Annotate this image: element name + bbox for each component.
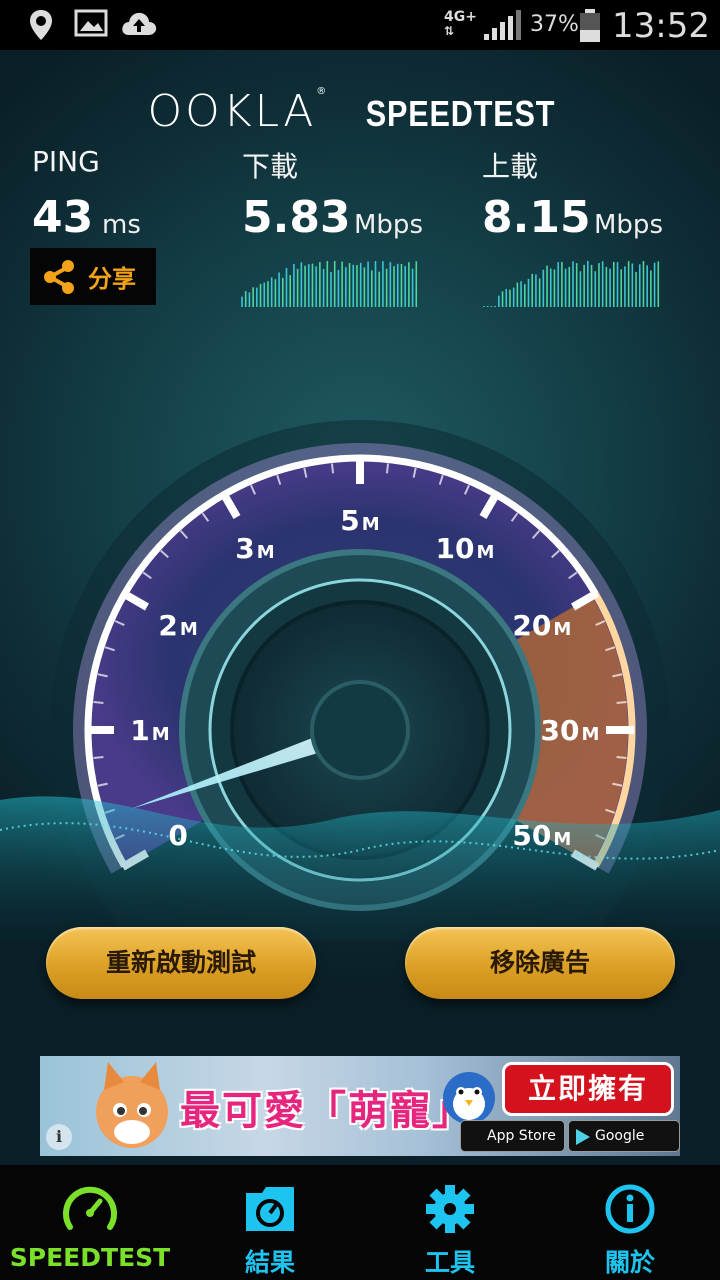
location-pin-icon [30,10,52,40]
tick-number: 0 [168,819,187,852]
cloud-upload-icon [122,12,157,36]
app-store-label: App Store [487,1128,556,1144]
minor-tick [330,463,335,474]
ad-title: 最可愛「萌寵」 [180,1088,474,1134]
upload-unit: Mbps [594,210,663,240]
tick-label: 0 [168,819,187,852]
tick-unit: M [180,619,198,640]
share-label: 分享 [88,265,136,293]
network-label: 4G+ [444,9,477,25]
signal-icon [484,10,521,40]
tick-unit: M [152,724,170,745]
play-icon [576,1129,590,1145]
ping-unit: ms [102,210,141,240]
ping-label: PING [32,145,100,178]
tick-unit: M [362,514,380,535]
speedtest-screen: OOKLA® SPEEDTEST PING 43 ms 下載 5.83 Mbps… [0,50,720,1165]
tick-unit: M [582,724,600,745]
upload-label: 上載 [482,150,539,183]
minor-tick [93,755,104,760]
battery-icon [580,9,600,42]
upload-sparkline [483,261,660,307]
google-play-badge[interactable]: Google play [568,1120,680,1152]
network-type: 4G+ ⇅ [444,10,477,38]
minor-tick [616,700,627,705]
app-store-badge[interactable]: App Store [460,1120,565,1152]
registered-mark: ® [316,86,327,97]
ad-banner[interactable]: i 最可愛「萌寵」 立即擁有 App Store Google play [40,1056,680,1156]
tick-number: 3 [235,532,254,565]
nav-about-label: 關於 [604,1248,655,1277]
share-button[interactable]: 分享 [30,248,156,305]
nav-speedtest-label: SPEEDTEST [9,1243,171,1272]
nav-results[interactable]: 結果 [180,1165,360,1280]
gear-icon [426,1185,474,1233]
minor-tick [93,700,104,705]
app-logo: OOKLA® SPEEDTEST [0,86,720,137]
status-bar: 4G+ ⇅ 37% 13:52 [0,0,720,50]
battery-percent: 37% [530,12,579,37]
results-folder-icon [246,1187,294,1231]
speedometer-icon [63,1186,117,1230]
tick-unit: M [477,542,495,563]
remove-ads-button[interactable]: 移除廣告 [405,927,675,999]
nav-tools-label: 工具 [424,1248,475,1277]
restart-test-button[interactable]: 重新啟動測試 [46,927,316,999]
nav-tools[interactable]: 工具 [360,1165,540,1280]
penguin-character-image [443,1072,495,1124]
nav-about[interactable]: 關於 [540,1165,720,1280]
download-value: 5.83 [242,192,351,243]
bottom-nav: SPEEDTEST 結果 工具 關於 [0,1165,720,1280]
speedtest-title: SPEEDTEST [366,93,556,134]
data-arrows-icon: ⇅ [444,24,456,38]
pet-character-image [96,1062,168,1148]
tick-number: 50 [512,819,551,852]
minor-tick [616,755,627,760]
share-icon [44,259,74,294]
ad-cta-button[interactable]: 立即擁有 [502,1062,674,1116]
speed-gauge: 01 M2 M3 M5 M10 M20 M30 M50 M [0,420,720,940]
tick-unit: M [553,619,571,640]
minor-tick [385,463,390,474]
tick-number: 5 [340,504,359,537]
google-play-label: Google play [595,1128,645,1144]
download-sparkline [241,261,418,307]
image-icon [74,9,108,37]
tick-number: 1 [130,714,149,747]
needle-hub [310,680,410,780]
nav-results-label: 結果 [244,1248,295,1277]
tick-number: 20 [512,609,551,642]
download-unit: Mbps [354,210,423,240]
ping-value: 43 [32,192,94,243]
ad-info-icon[interactable]: i [46,1124,72,1150]
tick-number: 2 [158,609,177,642]
tick-number: 30 [541,714,580,747]
upload-value: 8.15 [482,192,591,243]
ookla-logo: OOKLA [147,86,317,137]
download-label: 下載 [242,150,299,183]
tick-unit: M [553,829,571,850]
clock: 13:52 [612,6,710,46]
tick-number: 10 [436,532,475,565]
info-icon [605,1184,655,1234]
nav-speedtest[interactable]: SPEEDTEST [0,1165,180,1280]
tick-unit: M [257,542,275,563]
